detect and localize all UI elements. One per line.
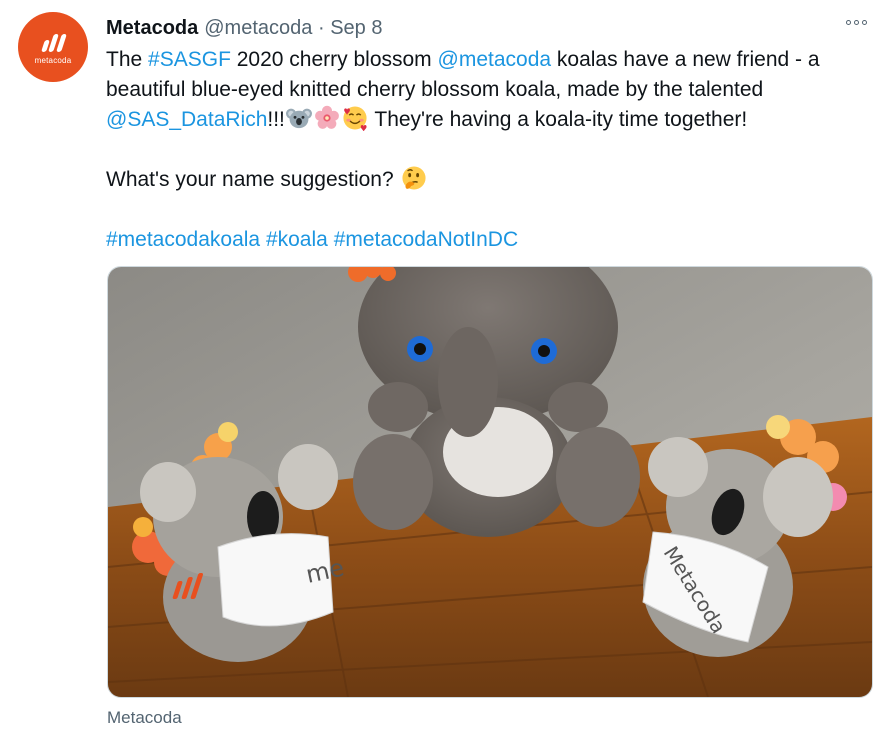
more-options-icon[interactable] (846, 20, 867, 25)
text-segment: koalas have a new friend - a (551, 48, 820, 71)
cherry-blossom-emoji (314, 105, 339, 129)
smiling-face-with-hearts-emoji (343, 106, 367, 131)
tweet-line-1: The #SASGF 2020 cherry blossom @metacoda… (106, 45, 866, 75)
header-separator: · (317, 17, 325, 39)
tweet-line-3: @SAS_DataRich!!! They're having a koala-… (106, 105, 866, 135)
mention-sas-datarich[interactable]: @SAS_DataRich (106, 108, 267, 131)
tweet-date[interactable]: Sep 8 (330, 17, 382, 39)
author-handle[interactable]: @metacoda (204, 17, 312, 39)
tweet-line-2: beautiful blue-eyed knitted cherry bloss… (106, 78, 764, 101)
tweet-line-4: What's your name suggestion? (106, 165, 866, 195)
hashtag-sasgf[interactable]: #SASGF (148, 48, 231, 71)
tweet-header: Metacoda @metacoda · Sep 8 (106, 14, 382, 42)
text-segment: 2020 cherry blossom (230, 48, 438, 71)
text-segment: What's your name suggestion? (106, 168, 400, 191)
media-caption: Metacoda (107, 708, 182, 727)
avatar[interactable]: metacoda (18, 12, 88, 82)
hashtag-koala[interactable]: #koala (266, 228, 328, 251)
hashtag-metacodakoala[interactable]: #metacodakoala (106, 228, 260, 251)
tweet[interactable]: metacoda Metacoda @metacoda · Sep 8 The #… (0, 0, 883, 741)
text-segment: They're having a koala-ity time together… (368, 108, 748, 131)
koala-emoji (285, 108, 312, 129)
text-segment: !!! (267, 108, 285, 131)
author-name[interactable]: Metacoda (106, 17, 198, 39)
tweet-text: The #SASGF 2020 cherry blossom @metacoda… (106, 45, 866, 255)
hashtag-line: #metacodakoala #koala #metacodaNotInDC (106, 225, 866, 255)
hashtag-metacodanotindc[interactable]: #metacodaNotInDC (334, 228, 518, 251)
mention-metacoda[interactable]: @metacoda (438, 48, 552, 71)
knitted-koala (348, 267, 640, 537)
metacoda-logo-icon (40, 33, 67, 52)
thinking-face-emoji (401, 166, 426, 190)
tweet-media-photo[interactable]: me Metacoda (107, 266, 873, 698)
koalas-photo: me Metacoda (108, 267, 872, 697)
text-segment: The (106, 48, 149, 71)
avatar-logo-word: metacoda (34, 55, 72, 65)
